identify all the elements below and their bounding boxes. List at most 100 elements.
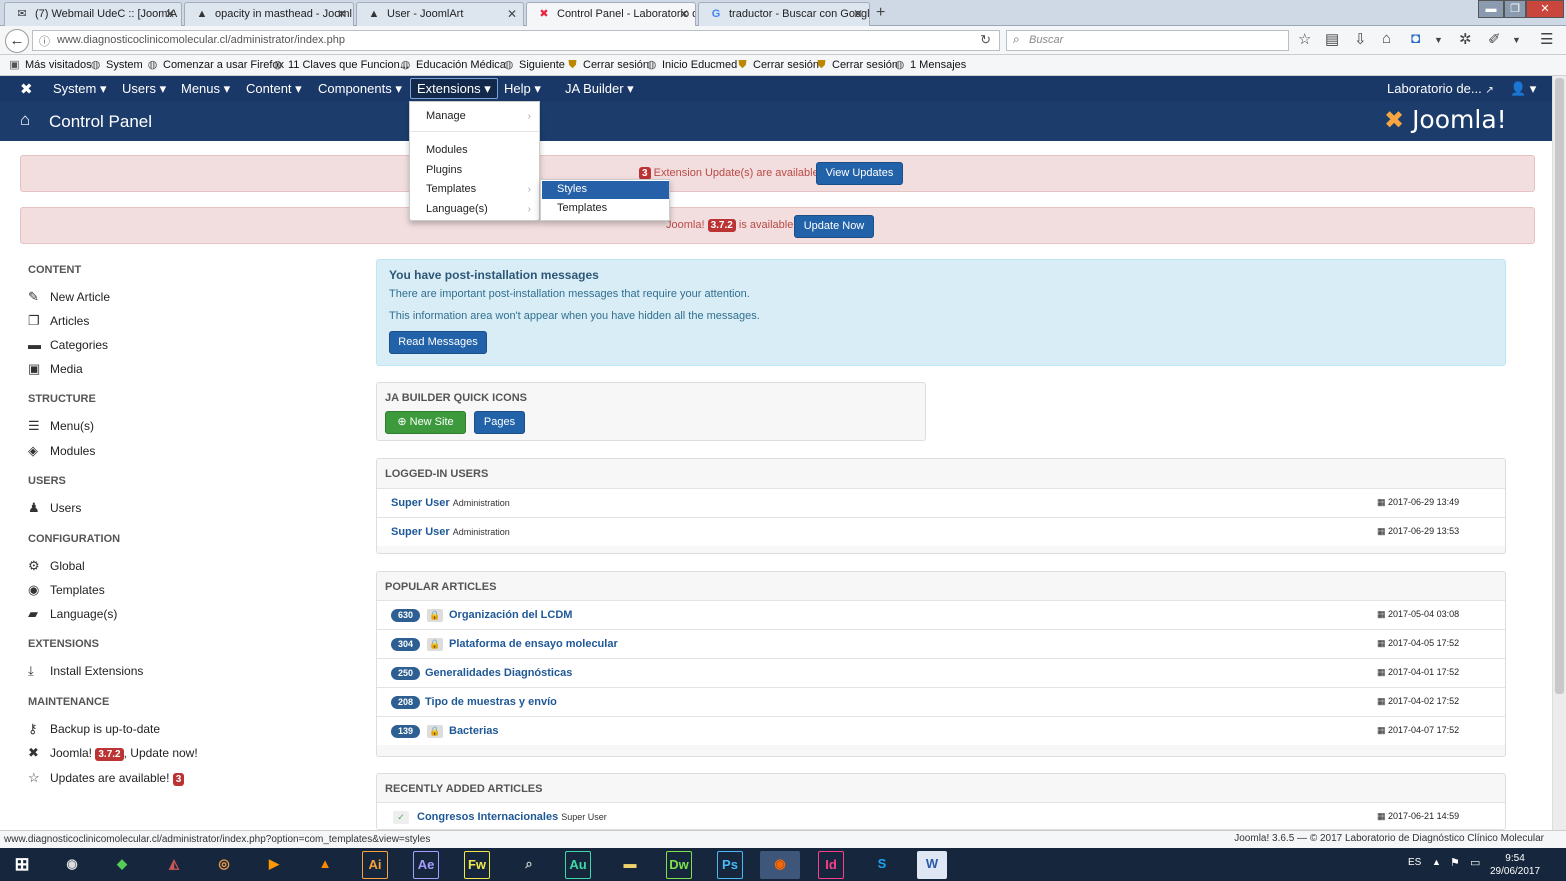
sidebar-item-updates[interactable]: ☆ Updates are available! 3 — [28, 770, 185, 786]
view-updates-button[interactable]: View Updates — [816, 162, 903, 185]
start-button[interactable]: ⊞ — [2, 851, 42, 879]
home-icon[interactable]: ⌂ — [1382, 30, 1391, 47]
menu-extensions[interactable]: Extensions ▾ — [410, 78, 498, 99]
taskbar-app-dreamweaver[interactable]: Dw — [666, 851, 692, 879]
dropdown-item-modules[interactable]: Modules — [426, 144, 468, 156]
close-window-button[interactable]: ✕ — [1526, 0, 1564, 18]
download-icon[interactable]: ⇩ — [1354, 30, 1367, 48]
dropdown-item-templates[interactable]: Templates — [426, 183, 476, 195]
bookmark-item[interactable]: ⛊ Cerrar sesión — [736, 59, 819, 71]
search-bar[interactable]: ⌕ Buscar — [1006, 30, 1289, 51]
taskbar-app-photoshop[interactable]: Ps — [717, 851, 743, 879]
menu-users[interactable]: Users ▾ — [122, 81, 166, 97]
dropdown-item-plugins[interactable]: Plugins — [426, 164, 462, 176]
taskbar-app[interactable]: ◉ — [52, 851, 92, 879]
page-scrollbar[interactable] — [1552, 76, 1566, 830]
close-icon[interactable]: ✕ — [507, 7, 517, 21]
dropdown-item-manage[interactable]: Manage — [426, 110, 466, 122]
taskbar-app-word[interactable]: W — [917, 851, 947, 879]
menu-help[interactable]: Help ▾ — [504, 81, 541, 97]
taskbar-app-audition[interactable]: Au — [565, 851, 591, 879]
taskbar-app[interactable]: ▬ — [610, 851, 650, 879]
menu-system[interactable]: System ▾ — [53, 81, 106, 97]
browser-tab-user[interactable]: ▲ User - JoomlArt ✕ — [356, 2, 524, 26]
info-icon[interactable]: ⓘ — [39, 33, 50, 49]
new-tab-button[interactable]: + — [876, 4, 885, 22]
chevron-down-icon[interactable]: ▼ — [1434, 35, 1443, 45]
menu-menus[interactable]: Menus ▾ — [181, 81, 230, 97]
menu-content[interactable]: Content ▾ — [246, 81, 302, 97]
bookmark-item[interactable]: ⛊ Cerrar sesión — [566, 59, 649, 71]
bookmark-item[interactable]: ◍ Siguiente — [502, 59, 565, 71]
browser-tab-webmail[interactable]: ✉ (7) Webmail UdeC :: [JoomlA ✕ — [4, 2, 182, 26]
article-link[interactable]: Plataforma de ensayo molecular — [449, 638, 618, 650]
back-button[interactable]: ← — [5, 29, 29, 53]
sidebar-item-menus[interactable]: ☰ Menu(s) — [28, 418, 94, 434]
joomla-icon[interactable]: ✖ — [20, 80, 33, 98]
taskbar-app[interactable]: ⌕ — [509, 851, 549, 879]
sidebar-item-joomla-update[interactable]: ✖ Joomla! 3.7.2, Update now! — [28, 745, 198, 761]
sidebar-item-modules[interactable]: ◈ Modules — [28, 443, 95, 459]
restore-button[interactable]: ❐ — [1504, 0, 1526, 18]
sidebar-item-languages[interactable]: ▰ Language(s) — [28, 606, 117, 622]
taskbar-app-indesign[interactable]: Id — [818, 851, 844, 879]
taskbar-app-firefox[interactable]: ◉ — [760, 851, 800, 879]
taskbar-app-after-effects[interactable]: Ae — [413, 851, 439, 879]
network-icon[interactable]: ▭ — [1470, 856, 1480, 869]
update-now-button[interactable]: Update Now — [794, 215, 874, 238]
url-bar[interactable]: ⓘ www.diagnosticoclinicomolecular.cl/adm… — [32, 30, 1000, 51]
menu-components[interactable]: Components ▾ — [318, 81, 402, 97]
browser-tab-opacity[interactable]: ▲ opacity in masthead - Jooml ✕ — [184, 2, 354, 26]
bookmark-item[interactable]: ◍ 1 Mensajes — [893, 59, 967, 71]
new-site-button[interactable]: ⊕ New Site — [385, 411, 466, 434]
bookmark-item[interactable]: ◍ System — [89, 59, 143, 71]
bookmark-item[interactable]: ⛊ Cerrar sesión — [815, 59, 898, 71]
flag-icon[interactable]: ⚑ — [1450, 856, 1460, 869]
taskbar-app-illustrator[interactable]: Ai — [362, 851, 388, 879]
pocket-icon[interactable]: ◘ — [1411, 30, 1420, 47]
sidebar-item-new-article[interactable]: ✎ New Article — [28, 289, 110, 305]
taskbar-app[interactable]: ▶ — [254, 851, 294, 879]
bookmark-item[interactable]: ◍ 11 Claves que Funcion... — [271, 59, 409, 71]
bookmark-item[interactable]: ◍ Educación Médica — [399, 59, 506, 71]
article-link[interactable]: Bacterias — [449, 725, 499, 737]
chevron-down-icon[interactable]: ▼ — [1512, 35, 1521, 45]
browser-tab-google[interactable]: Gtraductor - Buscar con Googl ✕ — [698, 2, 870, 26]
bookmark-item[interactable]: ▣ Más visitados — [8, 59, 91, 71]
sidebar-item-global[interactable]: ⚙ Global — [28, 558, 85, 574]
taskbar-app[interactable]: ◭ — [154, 851, 194, 879]
scrollbar-thumb[interactable] — [1555, 78, 1564, 694]
taskbar-app[interactable]: ▲ — [305, 851, 345, 879]
bookmark-item[interactable]: ◍ Comenzar a usar Firefox — [146, 59, 284, 71]
article-link[interactable]: Congresos Internacionales Super User — [417, 811, 607, 823]
sidebar-item-install-extensions[interactable]: ⤓ Install Extensions — [28, 663, 143, 679]
bookmark-star-icon[interactable]: ☆ — [1298, 30, 1311, 48]
article-link[interactable]: Tipo de muestras y envío — [425, 696, 557, 708]
taskbar-app[interactable]: ◆ — [102, 851, 142, 879]
close-icon[interactable]: ✕ — [337, 7, 347, 21]
chevron-up-icon[interactable]: ▲ — [1432, 857, 1441, 867]
taskbar-app-skype[interactable]: S — [862, 851, 902, 879]
bookmark-item[interactable]: ◍ Inicio Educmed — [645, 59, 738, 71]
user-link[interactable]: Super User Administration — [391, 497, 510, 509]
article-link[interactable]: Generalidades Diagnósticas — [425, 667, 572, 679]
system-clock[interactable]: 9:54 29/06/2017 — [1490, 852, 1540, 878]
read-messages-button[interactable]: Read Messages — [389, 331, 487, 354]
user-menu[interactable]: 👤 ▾ — [1510, 81, 1536, 97]
site-link[interactable]: Laboratorio de... ↗ — [1387, 81, 1494, 96]
pages-button[interactable]: Pages — [474, 411, 525, 434]
sidebar-item-templates[interactable]: ◉ Templates — [28, 582, 105, 598]
sidebar-item-media[interactable]: ▣ Media — [28, 361, 83, 377]
browser-tab-control-panel[interactable]: ✖ Control Panel - Laboratorio d ✕ — [526, 2, 696, 27]
minimize-button[interactable]: ▬ — [1478, 0, 1504, 18]
addon-icon[interactable]: ✐ — [1488, 30, 1501, 48]
extension-icon[interactable]: ✲ — [1459, 30, 1472, 48]
sidebar-item-users[interactable]: ♟ Users — [28, 500, 81, 516]
sidebar-item-backup[interactable]: ⚷ Backup is up-to-date — [28, 721, 160, 737]
taskbar-app-fireworks[interactable]: Fw — [464, 851, 490, 879]
hamburger-menu-icon[interactable]: ☰ — [1540, 30, 1553, 48]
sidebar-item-articles[interactable]: ❐ Articles — [28, 313, 89, 329]
close-icon[interactable]: ✕ — [679, 7, 689, 21]
submenu-item-styles[interactable]: Styles — [557, 183, 587, 195]
article-link[interactable]: Organización del LCDM — [449, 609, 572, 621]
